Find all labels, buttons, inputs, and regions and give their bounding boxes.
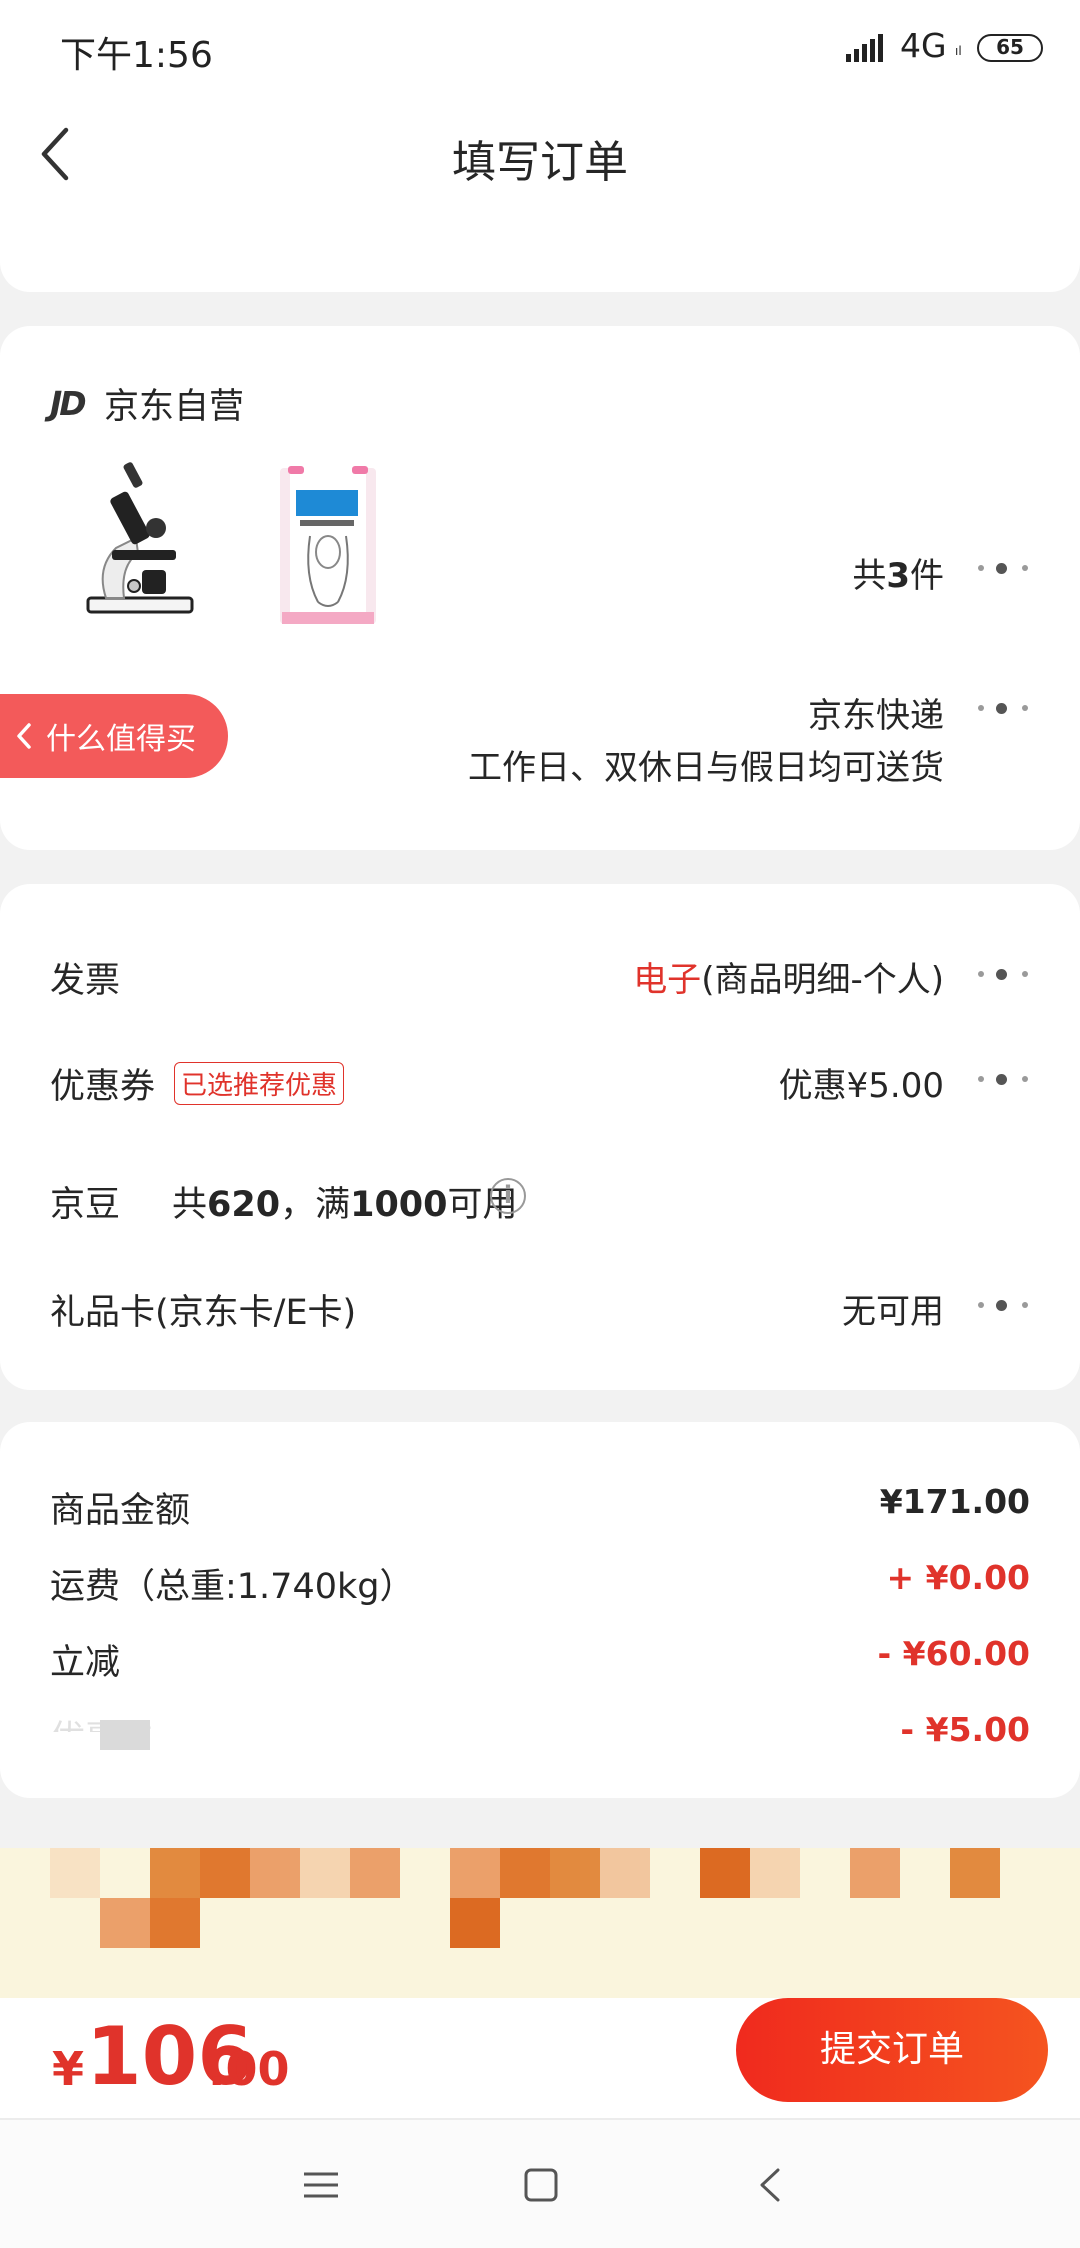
promo-pixel [450,1898,500,1948]
info-icon[interactable]: i [490,1178,526,1214]
options-card: 发票 电子(商品明细-个人) 优惠券 已选推荐优惠 优惠¥5.00 京豆 共62… [0,884,1080,1390]
promo-pixel [750,1848,800,1898]
gift-card-value[interactable]: 无可用 [842,1284,944,1333]
signal-icon [846,34,883,62]
total-decimal: .00 [208,2042,290,2096]
microscope-product-image[interactable] [76,458,206,628]
menu-icon[interactable] [296,2160,346,2210]
shipping-value: + ¥0.00 [886,1558,1030,1597]
status-time: 下午1:56 [60,35,213,76]
goods-amount-value: ¥171.00 [879,1482,1030,1521]
promo-pixel [700,1848,750,1898]
promo-pixel [300,1848,350,1898]
goods-amount-label: 商品金额 [50,1491,191,1531]
promo-pixel [150,1898,200,1948]
beans-label: 京豆 [50,1185,121,1225]
invoice-more-icon[interactable] [974,969,1030,983]
address-card-bottom[interactable] [0,216,1080,292]
promo-strip[interactable] [0,1848,1080,1998]
chevron-left-icon [17,723,31,749]
item-count[interactable]: 共3件 [852,548,944,597]
package-product-image[interactable] [276,466,380,626]
promo-pixel [200,1848,250,1898]
jd-logo: JD [50,384,87,423]
promo-pixel [350,1848,400,1898]
worth-buy-label: 什么值得买 [46,722,196,757]
pixelated-text [100,1720,150,1750]
gift-card-label: 礼品卡(京东卡/E卡) [50,1293,357,1333]
delivery-note: 工作日、双休日与假日均可送货 [468,748,944,788]
more-items-icon[interactable] [974,563,1030,577]
summary-card: 商品金额 ¥171.00 运费（总重:1.740kg） + ¥0.00 立减 -… [0,1422,1080,1798]
network-activity: ıl [955,44,962,58]
promo-pixel [250,1848,300,1898]
back-icon[interactable] [746,2160,796,2210]
promo-pixel [950,1848,1000,1898]
promo-pixel [150,1848,200,1898]
page-title: 填写订单 [452,137,628,188]
network-type: 4G [900,26,947,65]
coupon-tag: 已选推荐优惠 [174,1062,345,1105]
coupon-label: 优惠券 [50,1067,156,1107]
invoice-label: 发票 [50,961,121,1001]
invoice-value[interactable]: 电子(商品明细-个人) [633,952,944,1001]
promo-pixel [50,1848,100,1898]
total-currency: ¥ [52,2042,85,2096]
promo-pixel [100,1898,150,1948]
worth-buy-tab[interactable]: 什么值得买 [0,694,228,778]
shipping-label: 运费（总重:1.740kg） [50,1567,415,1607]
submit-order-button[interactable]: 提交订单 [736,1998,1048,2102]
discount-value: - ¥60.00 [877,1634,1030,1673]
nav-bar: 填写订单 [0,96,1080,216]
delivery-more-icon[interactable] [974,703,1030,717]
checkout-bar: ¥ 106 .00 提交订单 [0,1998,1080,2118]
delivery-method[interactable]: 京东快递 [808,688,944,737]
discount-label: 立减 [50,1643,121,1683]
status-bar: 下午1:56 4G ıl 65 [0,0,1080,96]
promo-pixel [500,1848,550,1898]
shop-name: 京东自营 [104,387,245,427]
gift-card-more-icon[interactable] [974,1300,1030,1314]
battery-icon: 65 [977,34,1043,62]
beans-info: 共620，满1000可用 [172,1185,518,1225]
coupon-more-icon[interactable] [974,1074,1030,1088]
promo-pixel [850,1848,900,1898]
promo-pixel [600,1848,650,1898]
system-nav-bar [0,2118,1080,2248]
promo-pixel [550,1848,600,1898]
home-icon[interactable] [516,2160,566,2210]
coupon-value[interactable]: 优惠¥5.00 [779,1058,944,1107]
coupon-summary-value: - ¥5.00 [900,1710,1030,1749]
promo-pixel [450,1848,500,1898]
